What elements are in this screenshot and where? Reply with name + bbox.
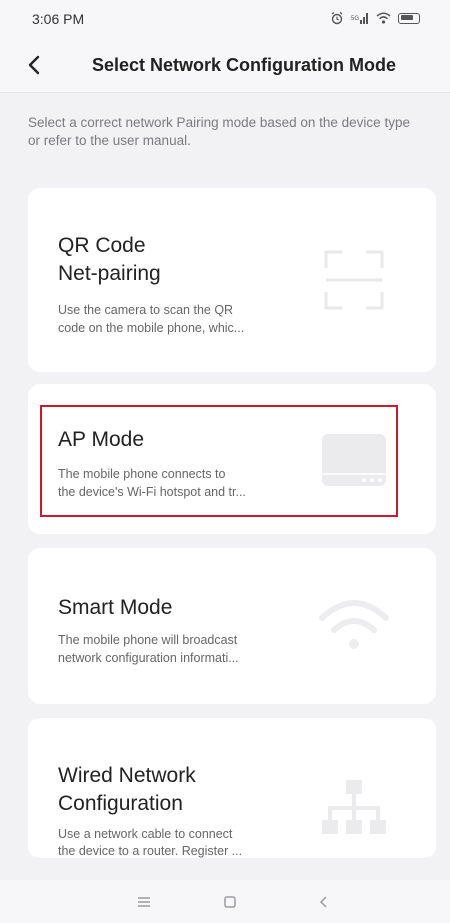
mode-description-line2: the device's Wi-Fi hotspot and tr... bbox=[58, 485, 246, 499]
mode-description-line2: code on the mobile phone, whic... bbox=[58, 321, 245, 335]
network-topology-icon bbox=[322, 780, 386, 834]
nav-bar: Select Network Configuration Mode bbox=[0, 40, 450, 93]
mode-description-line2: network configuration informati... bbox=[58, 651, 239, 665]
mode-card-ap-mode[interactable]: AP Mode The mobile phone connects to the… bbox=[28, 384, 436, 534]
mode-card-wired-network[interactable]: Wired Network Configuration Use a networ… bbox=[28, 718, 436, 858]
wifi-status-icon bbox=[376, 12, 391, 24]
mode-title: QR Code bbox=[58, 234, 146, 257]
page-description: Select a correct network Pairing mode ba… bbox=[28, 115, 410, 148]
router-device-icon bbox=[322, 434, 386, 486]
mode-title-line2: Configuration bbox=[58, 792, 183, 815]
mode-description: The mobile phone will broadcast bbox=[58, 633, 238, 647]
svg-text:5G: 5G bbox=[351, 16, 359, 22]
qr-scan-icon bbox=[324, 250, 384, 310]
menu-icon bbox=[138, 897, 150, 907]
mode-description: The mobile phone connects to bbox=[58, 467, 226, 481]
mode-card-smart-mode[interactable]: Smart Mode The mobile phone will broadca… bbox=[28, 548, 436, 704]
mode-description-line2: the device to a router. Register ... bbox=[58, 844, 243, 858]
chevron-left-icon bbox=[28, 55, 40, 75]
wifi-icon bbox=[319, 600, 389, 649]
home-button[interactable] bbox=[218, 890, 242, 914]
signal-icon: 5G bbox=[351, 12, 368, 24]
mode-card-qr-code[interactable]: QR Code Net-pairing Use the camera to sc… bbox=[28, 188, 436, 372]
menu-button[interactable] bbox=[132, 890, 156, 914]
system-navigation-bar bbox=[0, 880, 450, 923]
mode-title-line2: Net-pairing bbox=[58, 262, 161, 285]
status-icons: 5G bbox=[330, 11, 420, 25]
home-square-icon bbox=[224, 896, 236, 908]
mode-title: Smart Mode bbox=[58, 596, 173, 619]
status-time: 3:06 PM bbox=[32, 11, 85, 27]
mode-title: AP Mode bbox=[58, 428, 144, 451]
system-back-button[interactable] bbox=[312, 890, 336, 914]
page-title: Select Network Configuration Mode bbox=[92, 55, 397, 75]
back-button[interactable] bbox=[20, 50, 50, 80]
status-bar: 3:06 PM 5G bbox=[0, 0, 450, 40]
mode-description: Use a network cable to connect bbox=[58, 827, 233, 841]
chevron-left-icon bbox=[319, 896, 327, 908]
alarm-icon bbox=[331, 11, 343, 25]
mode-description: Use the camera to scan the QR bbox=[58, 303, 234, 317]
mode-title: Wired Network bbox=[58, 764, 196, 787]
battery-icon bbox=[398, 12, 420, 24]
